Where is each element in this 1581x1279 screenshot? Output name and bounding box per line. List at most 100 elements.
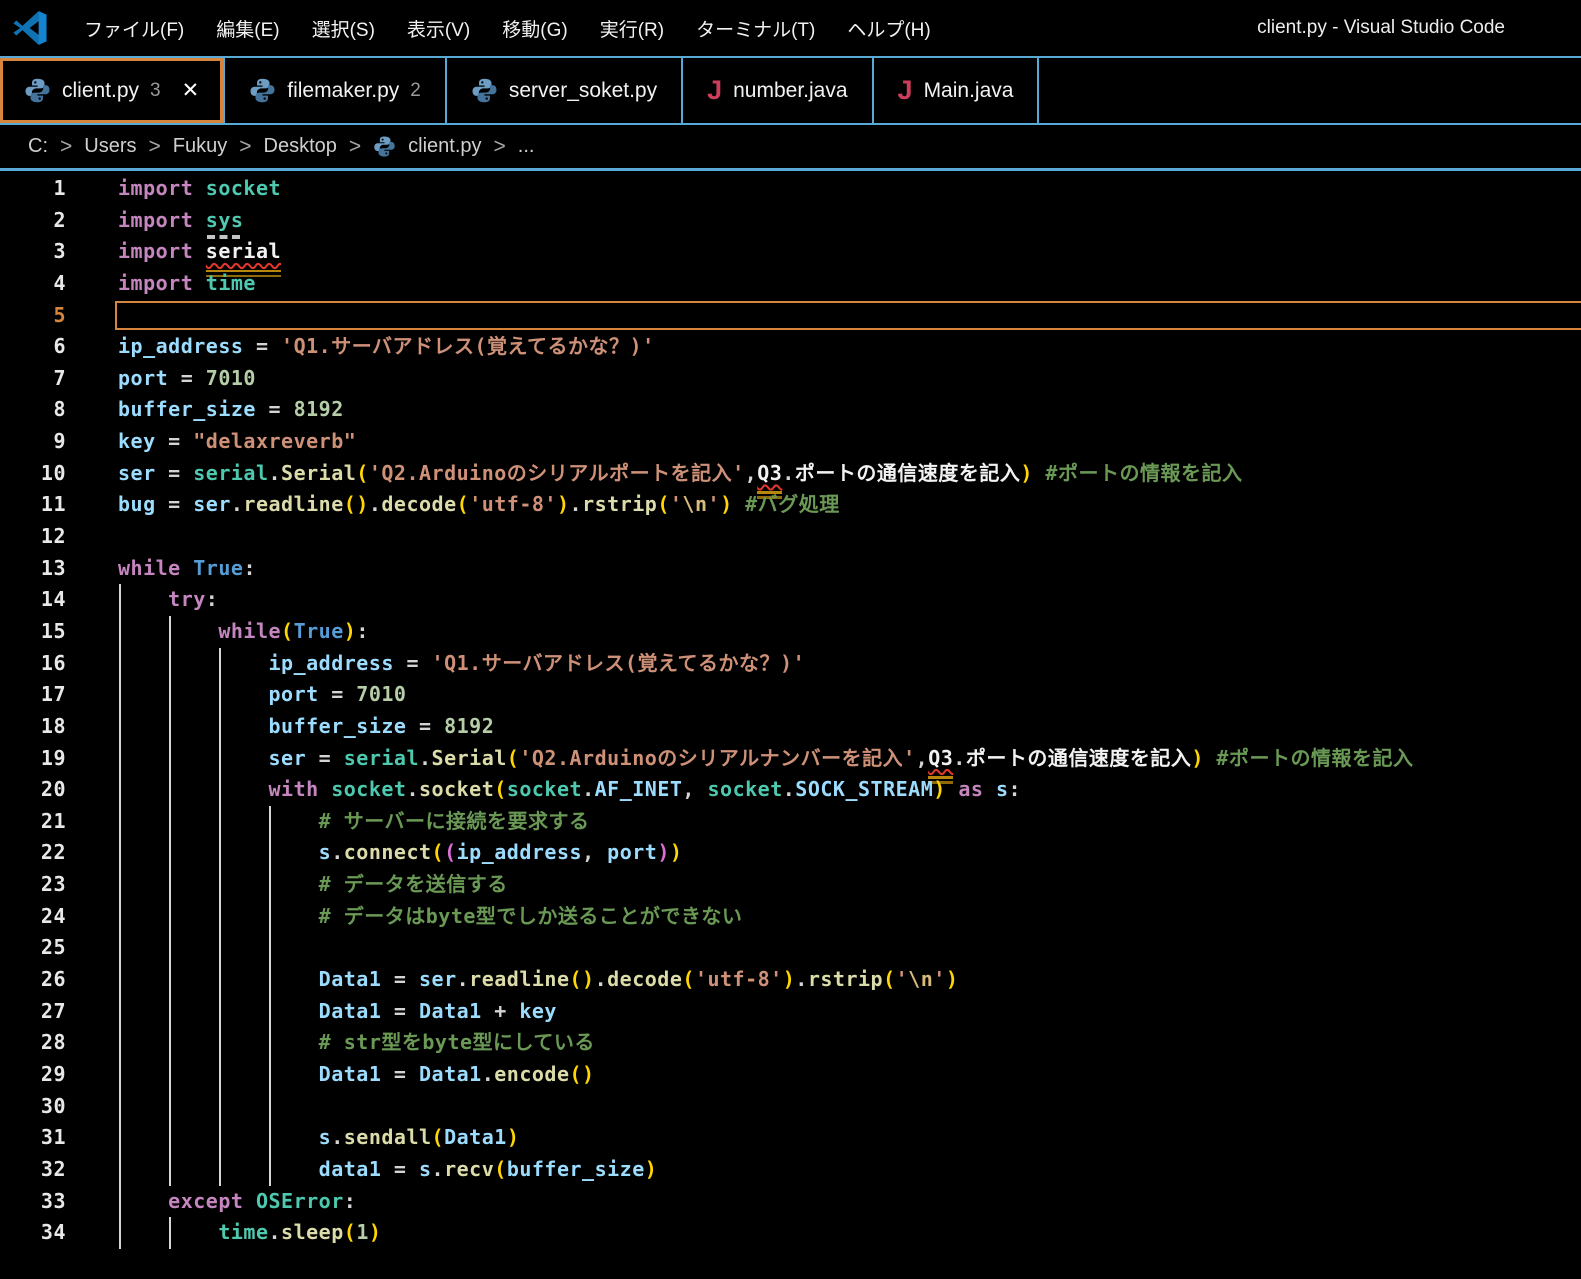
code-line[interactable]: 15 while(True): bbox=[0, 616, 1581, 648]
line-number[interactable]: 34 bbox=[0, 1217, 66, 1249]
line-number[interactable]: 17 bbox=[0, 679, 66, 711]
code-line[interactable]: 31 s.sendall(Data1) bbox=[0, 1122, 1581, 1154]
line-number[interactable]: 6 bbox=[0, 331, 66, 363]
code-line[interactable]: 19 ser = serial.Serial('Q2.Arduinoのシリアルナ… bbox=[0, 743, 1581, 775]
code-line-content: while True: bbox=[118, 553, 1581, 585]
code-line[interactable]: 13 while True: bbox=[0, 553, 1581, 585]
code-line[interactable]: 26 Data1 = ser.readline().decode('utf-8'… bbox=[0, 964, 1581, 996]
line-number[interactable]: 25 bbox=[0, 932, 66, 964]
line-number[interactable]: 22 bbox=[0, 837, 66, 869]
menu-item-3[interactable]: 表示(V) bbox=[391, 15, 486, 42]
menu-item-0[interactable]: ファイル(F) bbox=[68, 15, 200, 42]
code-line[interactable]: 33 except OSError: bbox=[0, 1186, 1581, 1218]
breadcrumb-segment[interactable]: Users bbox=[84, 135, 136, 158]
code-token: . bbox=[582, 777, 595, 801]
line-number[interactable]: 2 bbox=[0, 205, 66, 237]
menu-item-1[interactable]: 編集(E) bbox=[200, 15, 295, 42]
line-number[interactable]: 30 bbox=[0, 1091, 66, 1123]
line-number[interactable]: 33 bbox=[0, 1186, 66, 1218]
code-line[interactable]: 25 bbox=[0, 932, 1581, 964]
line-number[interactable]: 14 bbox=[0, 584, 66, 616]
menu-item-6[interactable]: ターミナル(T) bbox=[680, 15, 831, 42]
code-line[interactable]: 11 bug = ser.readline().decode('utf-8').r… bbox=[0, 489, 1581, 521]
code-line[interactable]: 16 ip_address = 'Q1.サーバアドレス(覚えてるかな？)' bbox=[0, 648, 1581, 680]
breadcrumb-segment[interactable]: Desktop bbox=[264, 135, 337, 158]
tab-filemaker-py[interactable]: filemaker.py2 bbox=[225, 58, 447, 123]
code-line[interactable]: 12 bbox=[0, 521, 1581, 553]
line-number[interactable]: 7 bbox=[0, 363, 66, 395]
line-number[interactable]: 13 bbox=[0, 553, 66, 585]
code-token: ( bbox=[657, 492, 670, 516]
line-number[interactable]: 3 bbox=[0, 236, 66, 268]
code-line[interactable]: 7port = 7010 bbox=[0, 363, 1581, 395]
line-number[interactable]: 18 bbox=[0, 711, 66, 743]
breadcrumb-segment[interactable]: C: bbox=[28, 135, 48, 158]
code-line-content: try: bbox=[118, 584, 1581, 616]
line-number[interactable]: 11 bbox=[0, 489, 66, 521]
code-token: Data1 bbox=[419, 1062, 482, 1086]
indent-guide-icon bbox=[219, 679, 221, 711]
code-line[interactable]: 3import serial bbox=[0, 236, 1581, 268]
line-number[interactable]: 23 bbox=[0, 869, 66, 901]
code-line[interactable]: 28 # str型をbyte型にしている bbox=[0, 1027, 1581, 1059]
code-line[interactable]: 22 s.connect((ip_address, port)) bbox=[0, 837, 1581, 869]
line-number[interactable]: 29 bbox=[0, 1059, 66, 1091]
code-line[interactable]: 10ser = serial.Serial('Q2.Arduinoのシリアルポー… bbox=[0, 458, 1581, 490]
code-line[interactable]: 17 port = 7010 bbox=[0, 679, 1581, 711]
code-line[interactable]: 29 Data1 = Data1.encode() bbox=[0, 1059, 1581, 1091]
code-line-content: # サーバーに接続を要求する bbox=[118, 806, 1581, 838]
line-number[interactable]: 15 bbox=[0, 616, 66, 648]
line-number[interactable]: 5 bbox=[0, 300, 66, 332]
code-line[interactable]: 6ip_address = 'Q1.サーバアドレス(覚えてるかな？)' bbox=[0, 331, 1581, 363]
line-number[interactable]: 31 bbox=[0, 1122, 66, 1154]
menu-item-4[interactable]: 移動(G) bbox=[486, 15, 583, 42]
line-number[interactable]: 12 bbox=[0, 521, 66, 553]
code-line[interactable]: 23 # データを送信する bbox=[0, 869, 1581, 901]
breadcrumb-tail[interactable]: ... bbox=[518, 135, 535, 158]
tab-number-java[interactable]: Jnumber.java bbox=[683, 58, 873, 123]
code-line[interactable]: 14 try: bbox=[0, 584, 1581, 616]
line-number[interactable]: 26 bbox=[0, 964, 66, 996]
code-line[interactable]: 21 # サーバーに接続を要求する bbox=[0, 806, 1581, 838]
line-number[interactable]: 8 bbox=[0, 394, 66, 426]
code-line[interactable]: 9key = "delaxreverb" bbox=[0, 426, 1581, 458]
tab-client-py[interactable]: client.py3✕ bbox=[0, 58, 225, 123]
code-line[interactable]: 32 data1 = s.recv(buffer_size) bbox=[0, 1154, 1581, 1186]
indent-guide-icon bbox=[169, 901, 171, 933]
breadcrumb-file[interactable]: client.py bbox=[408, 135, 481, 158]
close-icon[interactable]: ✕ bbox=[182, 78, 200, 103]
code-token: ip_address bbox=[457, 840, 582, 864]
code-line[interactable]: 5 bbox=[0, 300, 1581, 332]
code-line[interactable]: 8buffer_size = 8192 bbox=[0, 394, 1581, 426]
line-number[interactable]: 32 bbox=[0, 1154, 66, 1186]
line-number[interactable]: 10 bbox=[0, 458, 66, 490]
line-number[interactable]: 9 bbox=[0, 426, 66, 458]
code-line[interactable]: 18 buffer_size = 8192 bbox=[0, 711, 1581, 743]
menu-item-2[interactable]: 選択(S) bbox=[296, 15, 391, 42]
code-line[interactable]: 27 Data1 = Data1 + key bbox=[0, 996, 1581, 1028]
line-number[interactable]: 1 bbox=[0, 173, 66, 205]
menu-item-7[interactable]: ヘルプ(H) bbox=[831, 15, 946, 42]
code-line[interactable]: 20 with socket.socket(socket.AF_INET, so… bbox=[0, 774, 1581, 806]
breadcrumb-segment[interactable]: Fukuy bbox=[173, 135, 227, 158]
line-number[interactable]: 19 bbox=[0, 743, 66, 775]
line-number[interactable]: 28 bbox=[0, 1027, 66, 1059]
code-line[interactable]: 30 bbox=[0, 1091, 1581, 1123]
code-line-content: bug = ser.readline().decode('utf-8').rst… bbox=[118, 489, 1581, 521]
tab-main-java[interactable]: JMain.java bbox=[874, 58, 1040, 123]
line-number[interactable]: 27 bbox=[0, 996, 66, 1028]
indent-guide-icon bbox=[119, 932, 121, 964]
line-number[interactable]: 16 bbox=[0, 648, 66, 680]
code-line[interactable]: 4import time bbox=[0, 268, 1581, 300]
tab-server-soket-py[interactable]: server_soket.py bbox=[447, 58, 683, 123]
code-line[interactable]: 24 # データはbyte型でしか送ることができない bbox=[0, 901, 1581, 933]
code-line[interactable]: 2import sys bbox=[0, 205, 1581, 237]
line-number[interactable]: 24 bbox=[0, 901, 66, 933]
line-number[interactable]: 4 bbox=[0, 268, 66, 300]
code-line[interactable]: 34 time.sleep(1) bbox=[0, 1217, 1581, 1249]
code-editor[interactable]: 1import socket2import sys3import serial4… bbox=[0, 171, 1581, 1249]
line-number[interactable]: 20 bbox=[0, 774, 66, 806]
menu-item-5[interactable]: 実行(R) bbox=[584, 15, 680, 42]
code-line[interactable]: 1import socket bbox=[0, 173, 1581, 205]
line-number[interactable]: 21 bbox=[0, 806, 66, 838]
